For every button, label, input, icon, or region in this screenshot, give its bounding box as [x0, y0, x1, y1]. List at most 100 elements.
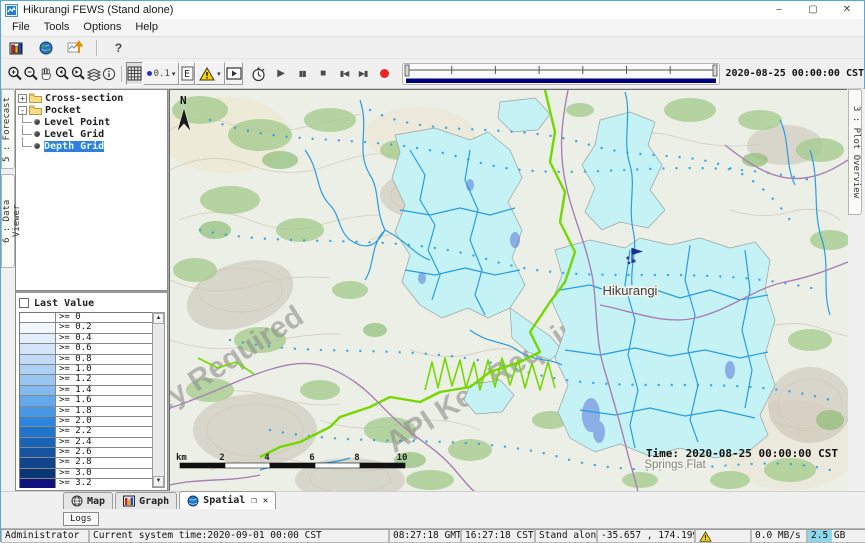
tree-node-label-selected: Depth Grid — [44, 141, 104, 152]
maximize-button[interactable]: ▢ — [796, 1, 830, 19]
legend-color-swatch — [20, 365, 56, 374]
zoom-next-button[interactable] — [70, 62, 86, 85]
timeline-start-handle[interactable] — [405, 65, 409, 76]
svg-text:2: 2 — [219, 453, 224, 463]
tab-maximize-icon[interactable]: ❐ — [251, 496, 256, 506]
scroll-down-icon[interactable]: ▼ — [153, 476, 164, 487]
tab-spatial-label: Spatial — [203, 495, 245, 506]
legend-row: >= 1.6 — [20, 396, 152, 406]
scale-button[interactable]: E — [179, 62, 195, 85]
stop-button[interactable]: ■ — [316, 62, 331, 85]
menu-item[interactable]: Options — [76, 19, 128, 36]
tab-plot-overview[interactable]: 3 : Plot Overview — [848, 89, 862, 215]
legend-color-swatch — [20, 386, 56, 395]
left-panel: + Cross-section - Pocket Level Point — [15, 89, 169, 491]
legend-color-swatch — [20, 427, 56, 436]
zoom-previous-button[interactable] — [54, 62, 70, 85]
legend-color-swatch — [20, 375, 56, 384]
tree-connector — [22, 125, 32, 135]
legend-color-swatch — [20, 355, 56, 364]
window-title: Hikurangi FEWS (Stand alone) — [23, 4, 762, 16]
step-back-button[interactable]: ▮◀ — [337, 62, 352, 85]
tree-node-cross-section[interactable]: + Cross-section — [18, 92, 167, 104]
pause-button[interactable]: ▮▮ — [295, 62, 310, 85]
legend-color-swatch — [20, 458, 56, 467]
minimize-button[interactable]: – — [762, 1, 796, 19]
legend-title: Last Value — [34, 298, 94, 309]
menu-item[interactable]: File — [5, 19, 37, 36]
menu-item[interactable]: Tools — [37, 19, 77, 36]
status-user: Administrator — [1, 529, 89, 543]
tree-node-pocket[interactable]: - Pocket — [18, 104, 167, 116]
legend-scrollbar[interactable]: ▲ ▼ — [152, 312, 165, 488]
legend-color-swatch — [20, 344, 56, 353]
threshold-dropdown[interactable]: 0.1 ▾ — [143, 62, 180, 85]
step-forward-button[interactable]: ▶▮ — [356, 62, 371, 85]
zoom-out-button[interactable] — [23, 62, 39, 85]
tree-node-label: Level Point — [44, 117, 110, 128]
legend-row-label: >= 0 — [56, 313, 152, 322]
tab-spatial[interactable]: Spatial ❐ ✕ — [179, 491, 276, 509]
legend-row-label: >= 1.8 — [56, 407, 152, 416]
tree-node-level-grid[interactable]: Level Grid — [18, 128, 167, 140]
record-button[interactable] — [377, 62, 392, 85]
status-warning-icon — [699, 531, 712, 542]
map-time-label: Time: 2020-08-25 00:00:00 CST — [646, 447, 838, 460]
legend-row-label: >= 3.0 — [56, 469, 152, 478]
tab-close-icon[interactable]: ✕ — [263, 496, 268, 506]
info-icon — [102, 67, 116, 81]
tab-data-viewer[interactable]: 6 : Data Viewer — [1, 174, 15, 268]
legend-row-label: >= 1.6 — [56, 396, 152, 405]
import-timeseries-button[interactable] — [63, 36, 86, 59]
grid-display-button[interactable] — [126, 62, 143, 85]
expand-toggle-icon[interactable]: + — [18, 94, 27, 103]
legend-row-label: >= 0.2 — [56, 323, 152, 332]
play-button[interactable]: ▶ — [274, 62, 289, 85]
spatial-display-button[interactable] — [34, 36, 57, 59]
step-back-icon: ▮◀ — [340, 69, 349, 78]
map-canvas[interactable]: API Key Required API Key Required — [169, 89, 847, 491]
grid-icon — [127, 66, 142, 81]
app-window: Hikurangi FEWS (Stand alone) – ▢ ✕ FileT… — [0, 0, 865, 542]
stopwatch-icon — [251, 66, 266, 82]
info-button[interactable] — [102, 62, 117, 85]
map-toolbar: 0.1 ▾ E ▾ ▶ ▮▮ ■ ▮◀ ▶▮ — [1, 59, 864, 89]
tree-node-label: Cross-section — [45, 93, 123, 104]
svg-text:4: 4 — [264, 453, 270, 463]
pan-button[interactable] — [39, 62, 54, 85]
tab-graph[interactable]: Graph — [115, 492, 177, 509]
close-button[interactable]: ✕ — [830, 1, 864, 19]
timeline-slider[interactable] — [402, 63, 720, 85]
tab-forecast[interactable]: 5 : Forecast — [1, 89, 15, 169]
layer-bullet-icon — [34, 143, 40, 149]
display-tabs: Map Graph Spatial ❐ ✕ — [1, 491, 865, 509]
stop-icon: ■ — [320, 68, 326, 79]
zoom-in-button[interactable] — [7, 62, 23, 85]
scroll-up-icon[interactable]: ▲ — [153, 313, 164, 324]
database-explorer-button[interactable] — [5, 36, 28, 59]
timer-button[interactable] — [251, 62, 266, 85]
tree-node-depth-grid[interactable]: Depth Grid — [18, 140, 167, 152]
legend-row-label: >= 0.6 — [56, 344, 152, 353]
last-value-checkbox[interactable] — [19, 298, 29, 308]
chart-import-icon — [67, 40, 83, 55]
help-button[interactable]: ? — [107, 36, 130, 59]
chevron-down-icon: ▾ — [217, 70, 221, 78]
logs-button[interactable]: Logs — [63, 512, 99, 526]
status-network-speed: 0.0 MB/s — [751, 529, 807, 543]
tab-map[interactable]: Map — [63, 492, 113, 509]
timeline-end-handle[interactable] — [713, 65, 717, 76]
layers-button[interactable] — [86, 62, 102, 85]
layer-bullet-icon — [34, 131, 40, 137]
legend-row-label: >= 2.6 — [56, 448, 152, 457]
animation-button[interactable] — [225, 62, 243, 85]
legend-color-swatch — [20, 479, 56, 488]
warning-thresholds-dropdown[interactable]: ▾ — [195, 62, 225, 85]
legend-row-label: >= 2.4 — [56, 438, 152, 447]
menu-item[interactable]: Help — [128, 19, 165, 36]
legend-row-label: >= 3.2 — [56, 479, 152, 488]
status-warning-cell[interactable] — [695, 529, 751, 543]
tree-node-level-point[interactable]: Level Point — [18, 116, 167, 128]
spatial-globe-icon — [187, 495, 199, 507]
status-coordinates: -35.657 , 174.199 — [597, 529, 695, 543]
